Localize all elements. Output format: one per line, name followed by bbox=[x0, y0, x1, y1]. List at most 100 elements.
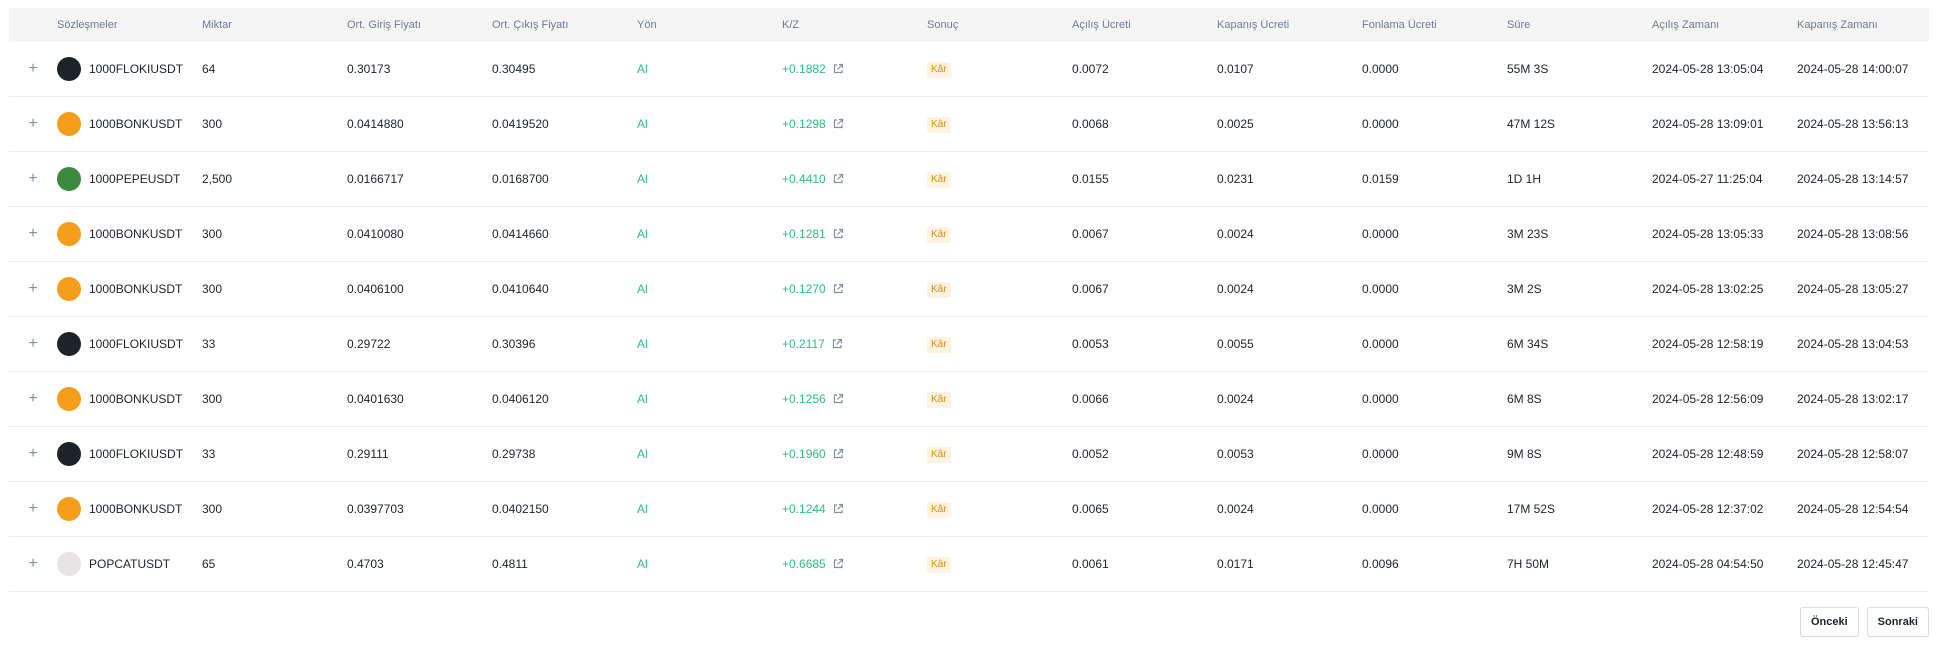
exit-price-cell: 0.0414660 bbox=[492, 227, 549, 241]
open-time-cell: 2024-05-28 13:05:04 bbox=[1652, 62, 1764, 76]
contract-cell: POPCATUSDT bbox=[57, 552, 202, 576]
pnl-cell: +0.6685 bbox=[782, 557, 927, 571]
pnl-value: +0.1244 bbox=[782, 502, 826, 516]
external-link-icon[interactable] bbox=[832, 173, 844, 185]
exit-price-cell: 0.4811 bbox=[492, 557, 528, 571]
pnl-cell: +0.1960 bbox=[782, 447, 927, 461]
side-cell: Al bbox=[637, 117, 648, 131]
pnl-value: +0.1256 bbox=[782, 392, 826, 406]
symbol-label: 1000FLOKIUSDT bbox=[89, 447, 184, 461]
side-cell: Al bbox=[637, 502, 648, 516]
external-link-icon[interactable] bbox=[832, 503, 844, 515]
result-cell: Kâr bbox=[927, 171, 1072, 188]
close-time-cell: 2024-05-28 13:08:56 bbox=[1797, 227, 1909, 241]
popcat-coin-icon bbox=[57, 552, 81, 576]
funding-fee-cell: 0.0000 bbox=[1362, 62, 1399, 76]
contract-cell: 1000PEPEUSDT bbox=[57, 167, 202, 191]
symbol-label: 1000BONKUSDT bbox=[89, 117, 183, 131]
open-time-cell: 2024-05-28 12:37:02 bbox=[1652, 502, 1764, 516]
bonk-coin-icon bbox=[57, 387, 81, 411]
expand-row-icon[interactable]: + bbox=[9, 152, 57, 206]
external-link-icon[interactable] bbox=[831, 338, 843, 350]
entry-price-cell: 0.30173 bbox=[347, 62, 391, 76]
side-cell: Al bbox=[637, 447, 648, 461]
expand-row-icon[interactable]: + bbox=[9, 427, 57, 481]
expand-row-icon[interactable]: + bbox=[9, 372, 57, 426]
external-link-icon[interactable] bbox=[832, 228, 844, 240]
floki-coin-icon bbox=[57, 332, 81, 356]
close-fee-cell: 0.0024 bbox=[1217, 392, 1254, 406]
next-page-button[interactable]: Sonraki bbox=[1866, 607, 1929, 637]
pnl-cell: +0.1270 bbox=[782, 282, 927, 296]
header-contracts: Sözleşmeler bbox=[57, 19, 118, 31]
pnl-cell: +0.1298 bbox=[782, 117, 927, 131]
bonk-coin-icon bbox=[57, 277, 81, 301]
expand-row-icon[interactable]: + bbox=[9, 207, 57, 261]
result-badge: Kâr bbox=[927, 61, 951, 78]
close-fee-cell: 0.0024 bbox=[1217, 502, 1254, 516]
pnl-value: +0.6685 bbox=[782, 557, 826, 571]
funding-fee-cell: 0.0000 bbox=[1362, 392, 1399, 406]
exit-price-cell: 0.0402150 bbox=[492, 502, 549, 516]
expand-row-icon[interactable]: + bbox=[9, 317, 57, 371]
symbol-label: 1000PEPEUSDT bbox=[89, 172, 181, 186]
result-cell: Kâr bbox=[927, 226, 1072, 243]
entry-price-cell: 0.4703 bbox=[347, 557, 384, 571]
funding-fee-cell: 0.0000 bbox=[1362, 117, 1399, 131]
expand-row-icon[interactable]: + bbox=[9, 42, 57, 96]
external-link-icon[interactable] bbox=[832, 558, 844, 570]
result-badge: Kâr bbox=[927, 391, 951, 408]
external-link-icon[interactable] bbox=[832, 283, 844, 295]
table-row: + 1000BONKUSDT 300 0.0406100 0.0410640 A… bbox=[9, 262, 1929, 317]
exit-price-cell: 0.30495 bbox=[492, 62, 536, 76]
open-fee-cell: 0.0065 bbox=[1072, 502, 1109, 516]
pnl-value: +0.1882 bbox=[782, 62, 826, 76]
expand-row-icon[interactable]: + bbox=[9, 97, 57, 151]
external-link-icon[interactable] bbox=[832, 448, 844, 460]
open-fee-cell: 0.0155 bbox=[1072, 172, 1109, 186]
external-link-icon[interactable] bbox=[832, 118, 844, 130]
external-link-icon[interactable] bbox=[832, 63, 844, 75]
header-quantity: Miktar bbox=[202, 19, 232, 31]
close-time-cell: 2024-05-28 12:54:54 bbox=[1797, 502, 1909, 516]
expand-row-icon[interactable]: + bbox=[9, 262, 57, 316]
open-time-cell: 2024-05-28 12:56:09 bbox=[1652, 392, 1764, 406]
side-cell: Al bbox=[637, 557, 648, 571]
prev-page-button[interactable]: Önceki bbox=[1799, 607, 1859, 637]
pnl-value: +0.2117 bbox=[782, 337, 825, 351]
duration-cell: 7H 50M bbox=[1507, 557, 1550, 571]
close-time-cell: 2024-05-28 13:56:13 bbox=[1797, 117, 1909, 131]
symbol-label: 1000BONKUSDT bbox=[89, 282, 183, 296]
close-fee-cell: 0.0053 bbox=[1217, 447, 1254, 461]
symbol-label: 1000BONKUSDT bbox=[89, 502, 183, 516]
table-row: + POPCATUSDT 65 0.4703 0.4811 Al +0.6685… bbox=[9, 537, 1929, 592]
close-time-cell: 2024-05-28 13:05:27 bbox=[1797, 282, 1909, 296]
contract-cell: 1000BONKUSDT bbox=[57, 222, 202, 246]
close-fee-cell: 0.0025 bbox=[1217, 117, 1254, 131]
side-cell: Al bbox=[637, 62, 648, 76]
exit-price-cell: 0.0168700 bbox=[492, 172, 549, 186]
result-cell: Kâr bbox=[927, 446, 1072, 463]
quantity-cell: 300 bbox=[202, 282, 223, 296]
close-time-cell: 2024-05-28 13:04:53 bbox=[1797, 337, 1909, 351]
open-time-cell: 2024-05-28 12:58:19 bbox=[1652, 337, 1764, 351]
pnl-value: +0.1281 bbox=[782, 227, 826, 241]
entry-price-cell: 0.0410080 bbox=[347, 227, 404, 241]
exit-price-cell: 0.29738 bbox=[492, 447, 536, 461]
table-row: + 1000BONKUSDT 300 0.0414880 0.0419520 A… bbox=[9, 97, 1929, 152]
contract-cell: 1000FLOKIUSDT bbox=[57, 332, 202, 356]
header-avg-entry-price: Ort. Giriş Fiyatı bbox=[347, 19, 421, 31]
expand-row-icon[interactable]: + bbox=[9, 537, 57, 591]
side-cell: Al bbox=[637, 282, 648, 296]
open-time-cell: 2024-05-28 13:05:33 bbox=[1652, 227, 1764, 241]
pnl-value: +0.1960 bbox=[782, 447, 826, 461]
pnl-cell: +0.1281 bbox=[782, 227, 927, 241]
result-cell: Kâr bbox=[927, 281, 1072, 298]
expand-row-icon[interactable]: + bbox=[9, 482, 57, 536]
pepe-coin-icon bbox=[57, 167, 81, 191]
result-cell: Kâr bbox=[927, 336, 1072, 353]
external-link-icon[interactable] bbox=[832, 393, 844, 405]
quantity-cell: 33 bbox=[202, 447, 216, 461]
duration-cell: 3M 2S bbox=[1507, 282, 1542, 296]
table-row: + 1000FLOKIUSDT 33 0.29722 0.30396 Al +0… bbox=[9, 317, 1929, 372]
